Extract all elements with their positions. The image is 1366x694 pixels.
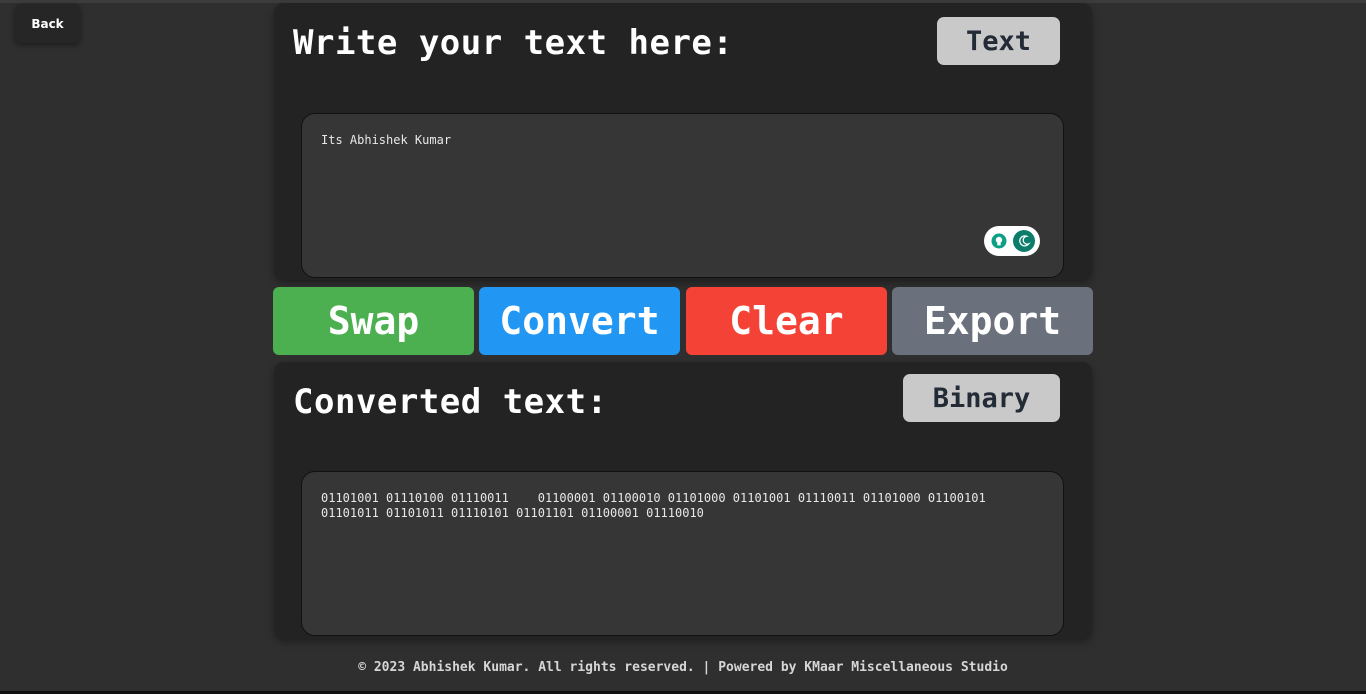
lightbulb-icon xyxy=(989,231,1008,250)
output-panel-title: Converted text: xyxy=(293,382,608,422)
action-toolbar: Swap Convert Clear Export xyxy=(273,287,1093,355)
convert-button[interactable]: Convert xyxy=(479,287,680,355)
input-textarea[interactable]: Its Abhishek Kumar xyxy=(301,113,1064,278)
input-panel: Write your text here: Text Its Abhishek … xyxy=(274,3,1092,280)
input-panel-title: Write your text here: xyxy=(293,23,734,63)
theme-toggle[interactable] xyxy=(984,226,1040,256)
output-panel: Converted text: Binary 01101001 01110100… xyxy=(274,362,1092,639)
output-mode-button[interactable]: Binary xyxy=(903,374,1060,422)
moon-icon xyxy=(1013,230,1035,252)
footer-copyright: © 2023 Abhishek Kumar. All rights reserv… xyxy=(358,660,1008,675)
input-mode-button[interactable]: Text xyxy=(937,17,1060,65)
back-button[interactable]: Back xyxy=(15,4,80,43)
swap-button[interactable]: Swap xyxy=(273,287,474,355)
export-button[interactable]: Export xyxy=(892,287,1093,355)
clear-button[interactable]: Clear xyxy=(686,287,887,355)
output-textarea[interactable]: 01101001 01110100 01110011 01100001 0110… xyxy=(301,471,1064,636)
